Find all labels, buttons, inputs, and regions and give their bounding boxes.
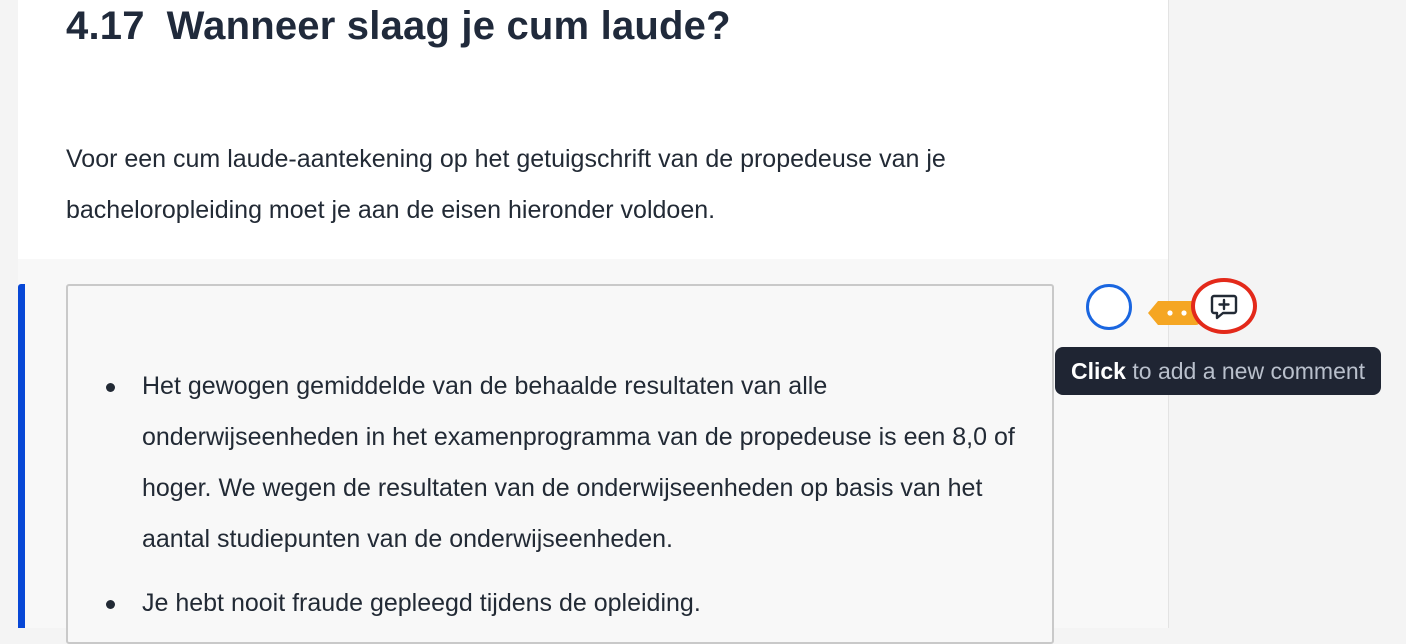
add-comment-icon: [1210, 294, 1238, 320]
list-item[interactable]: Je hebt nooit fraude gepleegd tijdens de…: [106, 578, 1026, 629]
list-item-text: Je hebt nooit fraude gepleegd tijdens de…: [142, 589, 701, 617]
add-comment-tooltip: Click to add a new comment: [1055, 347, 1382, 395]
section-title: Wanneer slaag je cum laude?: [166, 4, 731, 48]
tooltip-strong-text: Click: [1071, 358, 1126, 384]
add-comment-button[interactable]: [1203, 289, 1245, 325]
bullet-icon: [106, 383, 115, 392]
requirements-list: Het gewogen gemiddelde van de behaalde r…: [106, 361, 1026, 642]
list-item-text: Het gewogen gemiddelde van de behaalde r…: [142, 372, 1015, 553]
section-heading: 4.17 Wanneer slaag je cum laude?: [66, 4, 731, 49]
intro-paragraph[interactable]: Voor een cum laude-aantekening op het ge…: [66, 134, 1066, 236]
selected-block[interactable]: Het gewogen gemiddelde van de behaalde r…: [18, 259, 1168, 644]
section-number: 4.17: [66, 4, 145, 48]
tooltip-text: to add a new comment: [1132, 358, 1366, 384]
list-item[interactable]: Het gewogen gemiddelde van de behaalde r…: [106, 361, 1026, 565]
requirements-box[interactable]: Het gewogen gemiddelde van de behaalde r…: [66, 284, 1054, 644]
selection-indicator: [18, 284, 25, 628]
bullet-icon: [106, 600, 115, 609]
circle-outline-icon[interactable]: [1086, 284, 1132, 330]
document-page: 4.17 Wanneer slaag je cum laude? Voor een…: [18, 0, 1169, 644]
